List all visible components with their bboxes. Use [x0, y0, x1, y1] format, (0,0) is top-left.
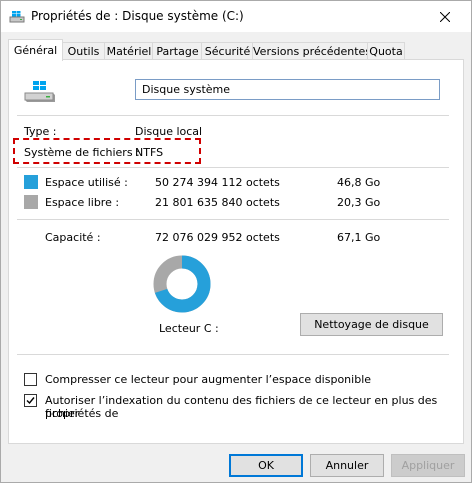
- separator: [17, 219, 449, 220]
- used-space-size: 46,8 Go: [337, 176, 381, 189]
- free-space-label: Espace libre :: [45, 196, 120, 209]
- title-bar: Propriétés de : Disque système (C:): [1, 1, 471, 32]
- type-label: Type :: [24, 125, 57, 138]
- index-label-line1: Autoriser l’indexation du contenu des fi…: [45, 394, 438, 420]
- tab-quota[interactable]: Quota: [367, 42, 405, 60]
- separator: [17, 115, 449, 116]
- drive-name-input[interactable]: Disque système: [135, 79, 440, 100]
- free-space-bytes: 21 801 635 840 octets: [155, 196, 280, 209]
- capacity-bytes: 72 076 029 952 octets: [155, 231, 280, 244]
- used-space-swatch: [24, 175, 38, 189]
- cancel-button[interactable]: Annuler: [310, 454, 384, 477]
- drive-icon: [9, 10, 25, 24]
- tab-general[interactable]: Général: [8, 39, 63, 61]
- compress-checkbox[interactable]: [24, 373, 37, 386]
- free-space-swatch: [24, 195, 38, 209]
- tab-security[interactable]: Sécurité: [201, 42, 254, 60]
- used-space-label: Espace utilisé :: [45, 176, 128, 189]
- used-space-bytes: 50 274 394 112 octets: [155, 176, 280, 189]
- drive-large-icon: [24, 81, 56, 106]
- capacity-label: Capacité :: [45, 231, 101, 244]
- tab-tools[interactable]: Outils: [61, 42, 106, 60]
- apply-button[interactable]: Appliquer: [391, 454, 465, 477]
- separator: [17, 354, 449, 355]
- type-value: Disque local: [135, 125, 203, 138]
- tab-hardware[interactable]: Matériel: [104, 42, 154, 60]
- close-button[interactable]: [419, 1, 471, 32]
- index-checkbox[interactable]: [24, 394, 37, 407]
- tab-previous-versions[interactable]: Versions précédentes: [252, 42, 371, 60]
- window-title: Propriétés de : Disque système (C:): [31, 9, 244, 23]
- general-panel: Disque système Type : Disque local Systè…: [8, 59, 464, 444]
- free-space-size: 20,3 Go: [337, 196, 381, 209]
- drive-letter-label: Lecteur C :: [159, 322, 219, 335]
- separator: [17, 167, 449, 168]
- compress-label: Compresser ce lecteur pour augmenter l’e…: [45, 373, 372, 386]
- ok-button[interactable]: OK: [229, 454, 303, 477]
- usage-donut-chart: [153, 255, 211, 313]
- filesystem-highlight: [13, 138, 201, 164]
- disk-cleanup-button[interactable]: Nettoyage de disque: [300, 313, 443, 336]
- capacity-size: 67,1 Go: [337, 231, 381, 244]
- checkmark-icon: [26, 397, 35, 405]
- tab-sharing[interactable]: Partage: [152, 42, 203, 60]
- close-icon: [440, 11, 450, 22]
- properties-window: Propriétés de : Disque système (C:) Géné…: [0, 0, 472, 483]
- index-label-line2: fichier: [45, 407, 80, 420]
